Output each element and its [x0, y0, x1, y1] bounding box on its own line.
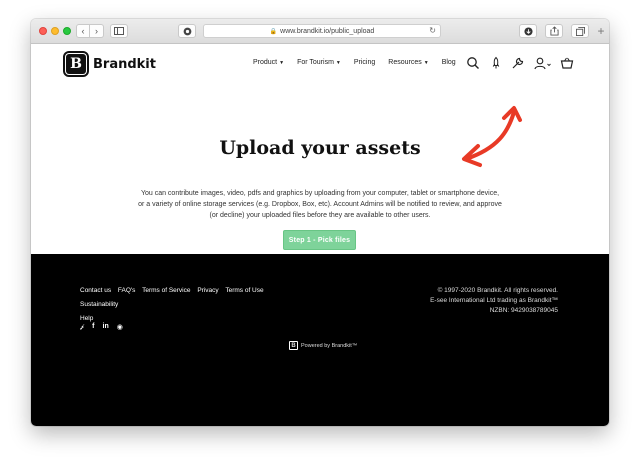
download-icon [523, 26, 533, 36]
header-icons [466, 56, 576, 72]
extension-button[interactable] [178, 24, 196, 38]
nav-item-resources[interactable]: Resources ▼ [388, 59, 428, 66]
search-icon[interactable] [466, 56, 480, 70]
page-title: Upload your assets [219, 137, 421, 159]
tabs-icon [575, 26, 585, 36]
downloads-button[interactable] [519, 24, 537, 38]
footer-link-privacy[interactable]: Privacy [197, 287, 218, 294]
company-line: E-see International Ltd trading as Brand… [430, 297, 558, 304]
brandkit-mark-icon: B [289, 341, 298, 350]
social-links: 𝓳 f in ◉ [80, 323, 131, 331]
extension-icon [183, 27, 191, 35]
footer-link-terms-of-service[interactable]: Terms of Service [142, 287, 190, 294]
back-button[interactable]: ‹ [76, 24, 90, 38]
upload-description: You can contribute images, video, pdfs a… [138, 190, 502, 219]
plus-icon: + [597, 24, 605, 38]
wrench-icon[interactable] [511, 56, 525, 70]
logo-mark: B [63, 51, 89, 77]
caret-down-icon: ▼ [423, 60, 429, 66]
rocket-icon[interactable] [489, 56, 503, 70]
pick-files-button[interactable]: Step 1 - Pick files [283, 230, 356, 250]
facebook-icon[interactable]: f [92, 323, 94, 331]
new-tab-button[interactable]: + [593, 24, 609, 44]
nav-item-pricing[interactable]: Pricing [354, 59, 375, 66]
share-button[interactable] [545, 24, 563, 38]
footer-link-contact[interactable]: Contact us [80, 287, 111, 294]
browser-toolbar: ‹ › 🔒 www.brandkit.io/public_upload ↻ + [31, 19, 609, 44]
site-footer: Contact us FAQ's Terms of Service Privac… [31, 254, 609, 426]
instagram-icon[interactable]: ◉ [117, 323, 123, 331]
copyright-line: © 1997-2020 Brandkit. All rights reserve… [437, 287, 558, 294]
nav-item-blog[interactable]: Blog [442, 59, 456, 66]
sidebar-toggle-button[interactable] [110, 24, 128, 38]
nav-item-product[interactable]: Product ▼ [253, 59, 284, 66]
tab-overview-button[interactable] [571, 24, 589, 38]
nzbn-line: NZBN: 9429038789045 [489, 307, 558, 314]
cart-icon[interactable] [560, 56, 574, 70]
address-bar[interactable]: 🔒 www.brandkit.io/public_upload ↻ [203, 24, 441, 38]
powered-by[interactable]: B Powered by Brandkit™ [289, 341, 357, 350]
brand-logo[interactable]: B Brandkit [63, 51, 156, 77]
maximize-window-button[interactable] [63, 27, 71, 35]
url-text: www.brandkit.io/public_upload [280, 27, 375, 35]
footer-links: Contact us FAQ's Terms of Service Privac… [80, 284, 310, 326]
footer-link-terms-of-use[interactable]: Terms of Use [225, 287, 263, 294]
caret-down-icon: ▼ [335, 60, 341, 66]
twitter-icon[interactable]: 𝓳 [80, 323, 84, 331]
main-nav: Product ▼ For Tourism ▼ Pricing Resources ▼… [253, 59, 469, 66]
page-content: B Brandkit Product ▼ For Tourism ▼ Pricing… [31, 44, 609, 426]
share-icon [549, 26, 559, 36]
logo-text: Brandkit [93, 56, 156, 72]
linkedin-icon[interactable]: in [103, 323, 109, 331]
footer-link-help[interactable]: Help [80, 315, 93, 322]
close-window-button[interactable] [39, 27, 47, 35]
reload-icon[interactable]: ↻ [429, 26, 436, 35]
minimize-window-button[interactable] [51, 27, 59, 35]
forward-button[interactable]: › [90, 24, 104, 38]
user-icon[interactable] [533, 56, 553, 70]
nav-item-for-tourism[interactable]: For Tourism ▼ [297, 59, 341, 66]
lock-icon: 🔒 [269, 28, 278, 35]
sidebar-icon [114, 27, 124, 35]
browser-window: ‹ › 🔒 www.brandkit.io/public_upload ↻ + … [31, 19, 609, 426]
copyright-block: © 1997-2020 Brandkit. All rights reserve… [430, 286, 558, 316]
chevron-left-icon: ‹ [81, 25, 85, 36]
footer-link-faqs[interactable]: FAQ's [118, 287, 136, 294]
footer-link-sustainability[interactable]: Sustainability [80, 301, 118, 308]
powered-by-text: Powered by Brandkit™ [301, 342, 358, 349]
chevron-right-icon: › [95, 25, 98, 36]
caret-down-icon: ▼ [279, 60, 285, 66]
